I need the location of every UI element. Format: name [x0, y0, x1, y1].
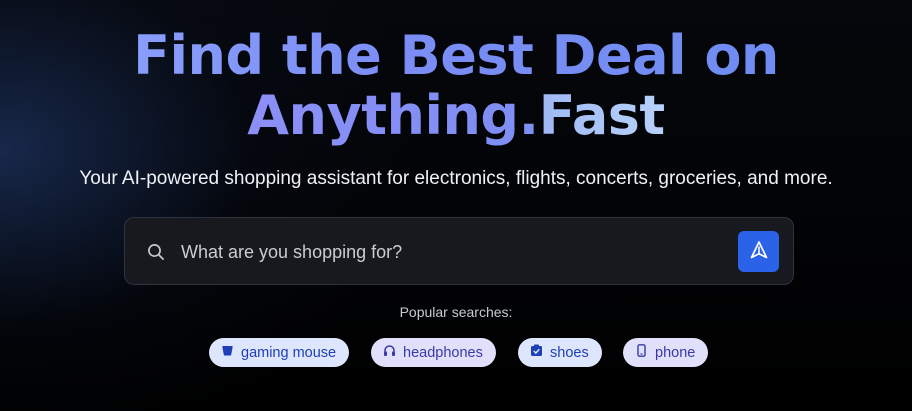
chip-label: gaming mouse	[241, 344, 337, 361]
headline-anything: Anything.	[247, 84, 539, 147]
chip-label: phone	[655, 344, 696, 361]
page-headline: Find the Best Deal on Anything.Fast	[0, 26, 912, 146]
headphones-icon	[383, 344, 396, 361]
chip-gaming-mouse[interactable]: gaming mouse	[209, 338, 349, 367]
chip-shoes[interactable]: shoes	[518, 338, 602, 367]
headline-line-1: Find the Best Deal on	[0, 26, 912, 86]
chip-label: shoes	[550, 344, 589, 361]
popular-searches-label: Popular searches:	[399, 304, 513, 320]
search-icon	[147, 243, 165, 261]
headline-line-2: Anything.Fast	[0, 86, 912, 146]
phone-icon	[635, 344, 648, 361]
hero-section: Find the Best Deal on Anything.Fast Your…	[0, 0, 912, 411]
headline-fast: Fast	[538, 84, 666, 147]
chip-headphones[interactable]: headphones	[371, 338, 496, 367]
shoebox-icon	[530, 344, 543, 361]
search-submit-button[interactable]	[738, 231, 779, 272]
search-bar	[124, 217, 794, 285]
send-arrow-icon	[749, 240, 769, 263]
popular-searches-list: gaming mouse headphones shoes phone	[0, 338, 912, 368]
search-input[interactable]	[181, 232, 721, 272]
chip-label: headphones	[403, 344, 483, 361]
mouse-icon	[221, 344, 234, 361]
chip-phone[interactable]: phone	[623, 338, 708, 367]
tagline: Your AI-powered shopping assistant for e…	[79, 168, 833, 189]
